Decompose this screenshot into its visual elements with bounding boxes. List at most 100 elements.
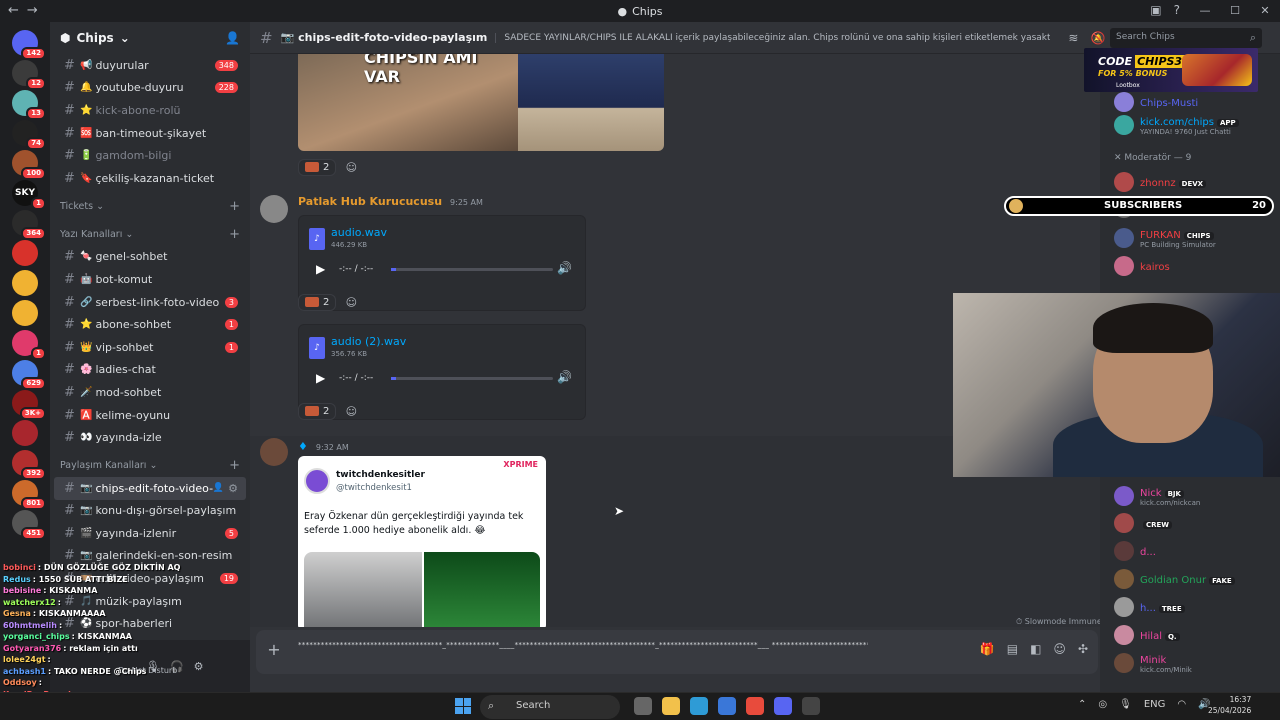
member-item[interactable]: Minik kick.com/Minik [1114,649,1192,677]
help-icon[interactable]: ? [1174,3,1180,17]
gift-icon[interactable]: 🎁 [980,642,995,656]
channel-item[interactable]: # 🗡️ mod-sohbet [54,381,246,404]
microphone-icon[interactable]: 🎙 [1119,699,1132,710]
maximize-icon[interactable]: ☐ [1220,0,1250,22]
channel-item[interactable]: # 🔋 gamdom-bilgi [54,144,246,167]
back-forward-icons[interactable]: ←→ [8,3,46,18]
channel-item[interactable]: # 👀 yayında-izle [54,426,246,449]
member-item[interactable]: CREW [1114,509,1173,537]
server-header[interactable]: ⬢ Chips ⌄ 👤 [50,22,250,54]
threads-icon[interactable]: ≋ [1068,31,1078,45]
server-icon[interactable]: 3K+ [12,390,46,420]
task-view-icon[interactable] [634,697,652,715]
edge-icon[interactable] [690,697,708,715]
notification-bell-icon[interactable]: 🔕 [1090,31,1105,45]
channel-item[interactable]: # 🎬 yayında-izlenir 5 [54,522,246,545]
volume-icon[interactable]: 🔊 [557,261,572,275]
category-paylasim[interactable]: Paylaşım Kanalları ⌄ + [50,455,250,477]
server-icon[interactable] [12,300,38,326]
server-icon[interactable]: SKY 1 [12,180,46,210]
file-explorer-icon[interactable] [662,697,680,715]
member-item[interactable]: FURKAN CHIPS PC Building Simulator [1114,224,1216,252]
store-icon[interactable] [718,697,736,715]
settings-gear-icon[interactable]: ⚙ [194,660,204,673]
add-reaction-icon[interactable]: ☺ [342,402,360,420]
attach-plus-icon[interactable]: + [264,640,284,660]
member-item[interactable]: kairos [1114,252,1170,280]
channel-item[interactable]: # 📷 konu-dışı-görsel-paylaşım [54,500,246,523]
member-item[interactable]: Hilal Q. [1114,621,1180,649]
channel-item[interactable]: # 🍬 genel-sohbet [54,246,246,269]
member-item[interactable]: d... [1114,537,1156,565]
category-yazi[interactable]: Yazı Kanalları ⌄ + [50,224,250,246]
channel-item[interactable]: # ⭐ abone-sohbet 1 [54,313,246,336]
gif-icon[interactable]: ▤ [1007,642,1018,656]
avatar[interactable] [260,195,288,223]
windows-start-icon[interactable] [455,698,471,714]
channel-item[interactable]: # ⚽ spor-haberleri [54,612,246,635]
server-icon[interactable]: 1 [12,330,46,360]
add-reaction-icon[interactable]: ☺ [342,293,360,311]
app-icon[interactable] [802,697,820,715]
channel-item[interactable]: # 🔖 çekiliş-kazanan-ticket [54,167,246,190]
taskbar-search[interactable]: ⌕ Search [480,695,620,719]
channel-item[interactable]: # 📢 duyurular 348 [54,54,246,77]
channel-item[interactable]: # 📷 galerindeki-en-son-resim [54,545,246,568]
minimize-icon[interactable]: — [1190,0,1220,22]
member-item[interactable]: h... TREE [1114,593,1185,621]
add-channel-icon[interactable]: + [229,227,240,242]
avatar[interactable] [260,438,288,466]
server-icon[interactable]: 801 [12,480,46,510]
add-friend-icon[interactable]: 👤 [225,31,240,45]
channel-item[interactable]: # 📷 chips-edit-foto-video-... 👤 ⚙ [54,476,246,500]
member-item[interactable]: Nick BJK kick.com/nickcan [1114,482,1200,510]
server-icon[interactable] [12,420,38,446]
apps-icon[interactable]: ✣ [1078,642,1088,656]
server-icon[interactable]: 142 [12,30,46,60]
channel-item[interactable]: # 🎵 müzik-paylaşım [54,590,246,613]
sticker-icon[interactable]: ◧ [1030,642,1041,656]
server-icon[interactable]: 364 [12,210,46,240]
play-icon[interactable]: ▶ [316,371,325,385]
play-icon[interactable]: ▶ [316,262,325,276]
attached-image[interactable]: CHIPSİN AMI VAR [298,54,664,151]
channel-item[interactable]: # 🆘 ban-timeout-şikayet [54,122,246,145]
message-author[interactable]: Patlak Hub Kurucucusu [298,195,442,208]
server-icon[interactable]: 451 [12,510,46,540]
server-icon[interactable] [12,240,38,266]
server-icon[interactable]: 392 [12,450,46,480]
message-draft[interactable]: **************************************_*… [298,639,868,652]
wifi-icon[interactable]: ◠ [1177,699,1186,710]
message-input[interactable]: + **************************************… [256,630,1098,674]
channel-topic[interactable]: SADECE YAYINLAR/CHIPS İLE ALAKALI içerik… [495,32,1050,43]
emoji-icon[interactable]: ☺ [1053,642,1066,656]
channel-item[interactable]: # ⭐ kick-abone-rolü [54,99,246,122]
channel-item[interactable]: # 👑 vip-sohbet 1 [54,336,246,359]
category-tickets[interactable]: Tickets ⌄ + [50,196,250,218]
server-icon[interactable]: 74 [12,120,46,150]
server-icon[interactable]: 13 [12,90,46,120]
audio-progress-bar[interactable] [391,268,553,271]
chrome-icon[interactable] [746,697,764,715]
file-name-link[interactable]: audio.wav [331,226,387,239]
member-item[interactable]: kick.com/chips APP YAYINDA! 9760 Just Chat… [1114,111,1239,139]
add-channel-icon[interactable]: + [229,199,240,214]
channel-item[interactable]: # 🔗 serbest-link-foto-video 3 [54,291,246,314]
chevron-up-icon[interactable]: ⌃ [1078,699,1086,710]
server-icon[interactable]: 629 [12,360,46,390]
member-item[interactable]: zhonnz DEVX [1114,168,1207,196]
inbox-icon[interactable]: ▣ [1150,3,1161,17]
discord-icon[interactable] [774,697,792,715]
reaction-button[interactable]: 2 [298,293,337,311]
server-icon[interactable]: 12 [12,60,46,90]
file-name-link[interactable]: audio (2).wav [331,335,406,348]
invite-icon[interactable]: 👤 [213,483,224,493]
reaction-button[interactable]: 2 [298,402,337,420]
channel-item[interactable]: # 🤖 bot-komut [54,268,246,291]
add-reaction-icon[interactable]: ☺ [342,158,360,176]
channel-item[interactable]: # 🌸 ladies-chat [54,359,246,382]
add-channel-icon[interactable]: + [229,458,240,473]
server-icon[interactable] [12,270,38,296]
tray-icon[interactable]: ◎ [1098,699,1107,710]
channel-item[interactable]: # 🔔 youtube-duyuru 228 [54,77,246,100]
